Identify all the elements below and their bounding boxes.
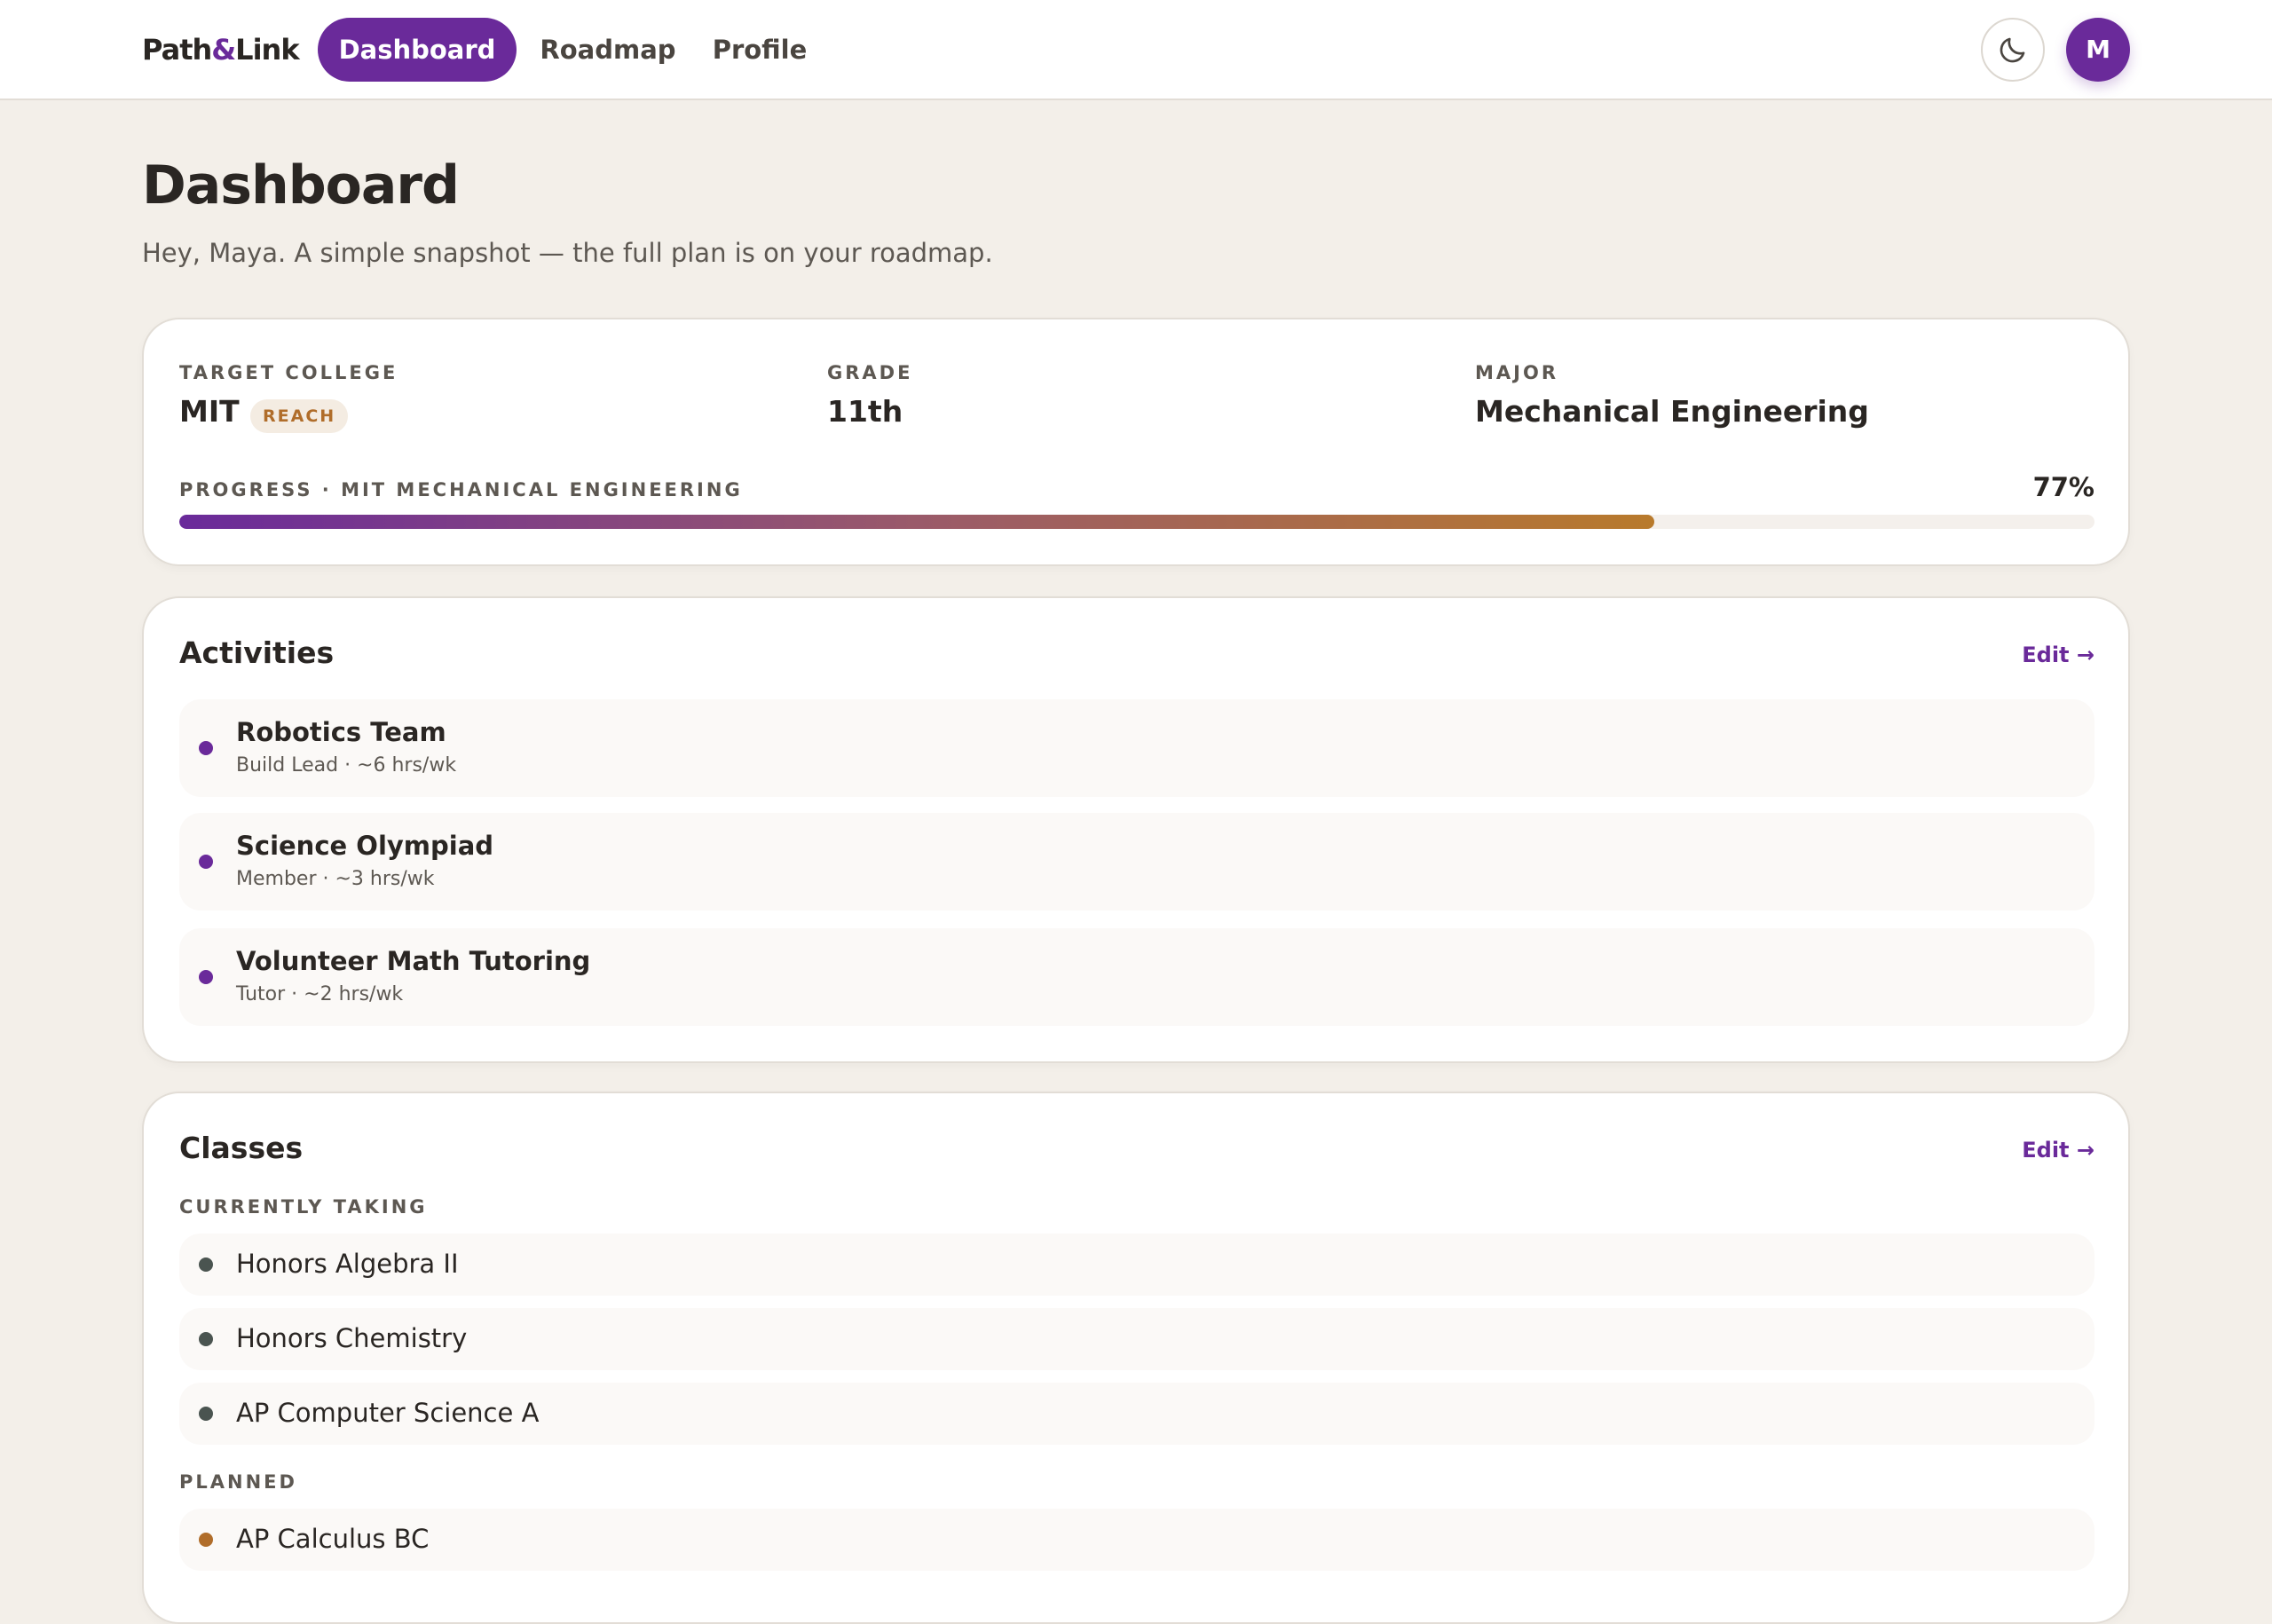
- activity-name: Volunteer Math Tutoring: [236, 946, 591, 976]
- planned-label: PLANNED: [179, 1471, 297, 1493]
- theme-toggle-button[interactable]: [1981, 18, 2045, 82]
- class-bullet: [199, 1332, 213, 1346]
- class-item-current[interactable]: AP Computer Science A: [179, 1383, 2094, 1445]
- classes-card: Classes Edit → CURRENTLY TAKING Honors A…: [142, 1092, 2130, 1624]
- major-label: MAJOR: [1475, 362, 1558, 383]
- logo-ampersand: &: [211, 33, 236, 67]
- target-college-value: MIT: [179, 394, 240, 429]
- classes-edit-link[interactable]: Edit →: [2022, 1138, 2094, 1163]
- progress-fill: [179, 515, 1654, 529]
- activity-bullet: [199, 970, 213, 984]
- activities-card: Activities Edit → Robotics Team Build Le…: [142, 596, 2130, 1063]
- progress-track: [179, 515, 2094, 529]
- page-subtitle: Hey, Maya. A simple snapshot — the full …: [142, 238, 993, 268]
- class-item-current[interactable]: Honors Algebra II: [179, 1234, 2094, 1296]
- activity-bullet: [199, 741, 213, 755]
- logo-text-link: Link: [235, 33, 299, 67]
- moon-icon: [2000, 37, 2025, 63]
- activity-name: Robotics Team: [236, 717, 446, 747]
- progress-percent: 77%: [2032, 472, 2094, 502]
- nav-roadmap[interactable]: Roadmap: [532, 18, 683, 82]
- top-navigation: Path&Link Dashboard Roadmap Profile M: [0, 0, 2272, 100]
- class-bullet-planned: [199, 1533, 213, 1547]
- page-title: Dashboard: [142, 154, 460, 217]
- reach-badge: REACH: [250, 399, 349, 433]
- class-name: Honors Chemistry: [236, 1323, 468, 1353]
- activity-bullet: [199, 855, 213, 869]
- activity-detail: Build Lead · ~6 hrs/wk: [236, 754, 457, 777]
- progress-label: PROGRESS · MIT MECHANICAL ENGINEERING: [179, 479, 743, 501]
- nav-dashboard[interactable]: Dashboard: [318, 18, 517, 82]
- activity-item-olympiad[interactable]: Science Olympiad Member · ~3 hrs/wk: [179, 813, 2094, 911]
- class-item-current[interactable]: Honors Chemistry: [179, 1308, 2094, 1370]
- grade-label: GRADE: [827, 362, 913, 383]
- nav-profile[interactable]: Profile: [701, 18, 818, 82]
- activity-name: Science Olympiad: [236, 831, 494, 861]
- activity-item-robotics[interactable]: Robotics Team Build Lead · ~6 hrs/wk: [179, 699, 2094, 797]
- activity-item-tutoring[interactable]: Volunteer Math Tutoring Tutor · ~2 hrs/w…: [179, 928, 2094, 1026]
- activity-detail: Member · ~3 hrs/wk: [236, 868, 435, 890]
- class-name: Honors Algebra II: [236, 1249, 459, 1279]
- summary-card: TARGET COLLEGE MIT REACH GRADE 11th MAJO…: [142, 318, 2130, 566]
- target-college-label: TARGET COLLEGE: [179, 362, 398, 383]
- class-name: AP Calculus BC: [236, 1524, 430, 1554]
- classes-title: Classes: [179, 1131, 304, 1165]
- activities-edit-link[interactable]: Edit →: [2022, 643, 2094, 667]
- currently-taking-label: CURRENTLY TAKING: [179, 1196, 428, 1218]
- major-value: Mechanical Engineering: [1475, 394, 1869, 429]
- grade-value: 11th: [827, 394, 903, 429]
- class-bullet: [199, 1407, 213, 1421]
- user-avatar[interactable]: M: [2066, 18, 2130, 82]
- logo-text-path: Path: [142, 33, 212, 67]
- class-bullet: [199, 1257, 213, 1272]
- activities-title: Activities: [179, 635, 335, 670]
- app-logo[interactable]: Path&Link: [142, 28, 300, 71]
- class-name: AP Computer Science A: [236, 1398, 540, 1428]
- activity-detail: Tutor · ~2 hrs/wk: [236, 983, 404, 1005]
